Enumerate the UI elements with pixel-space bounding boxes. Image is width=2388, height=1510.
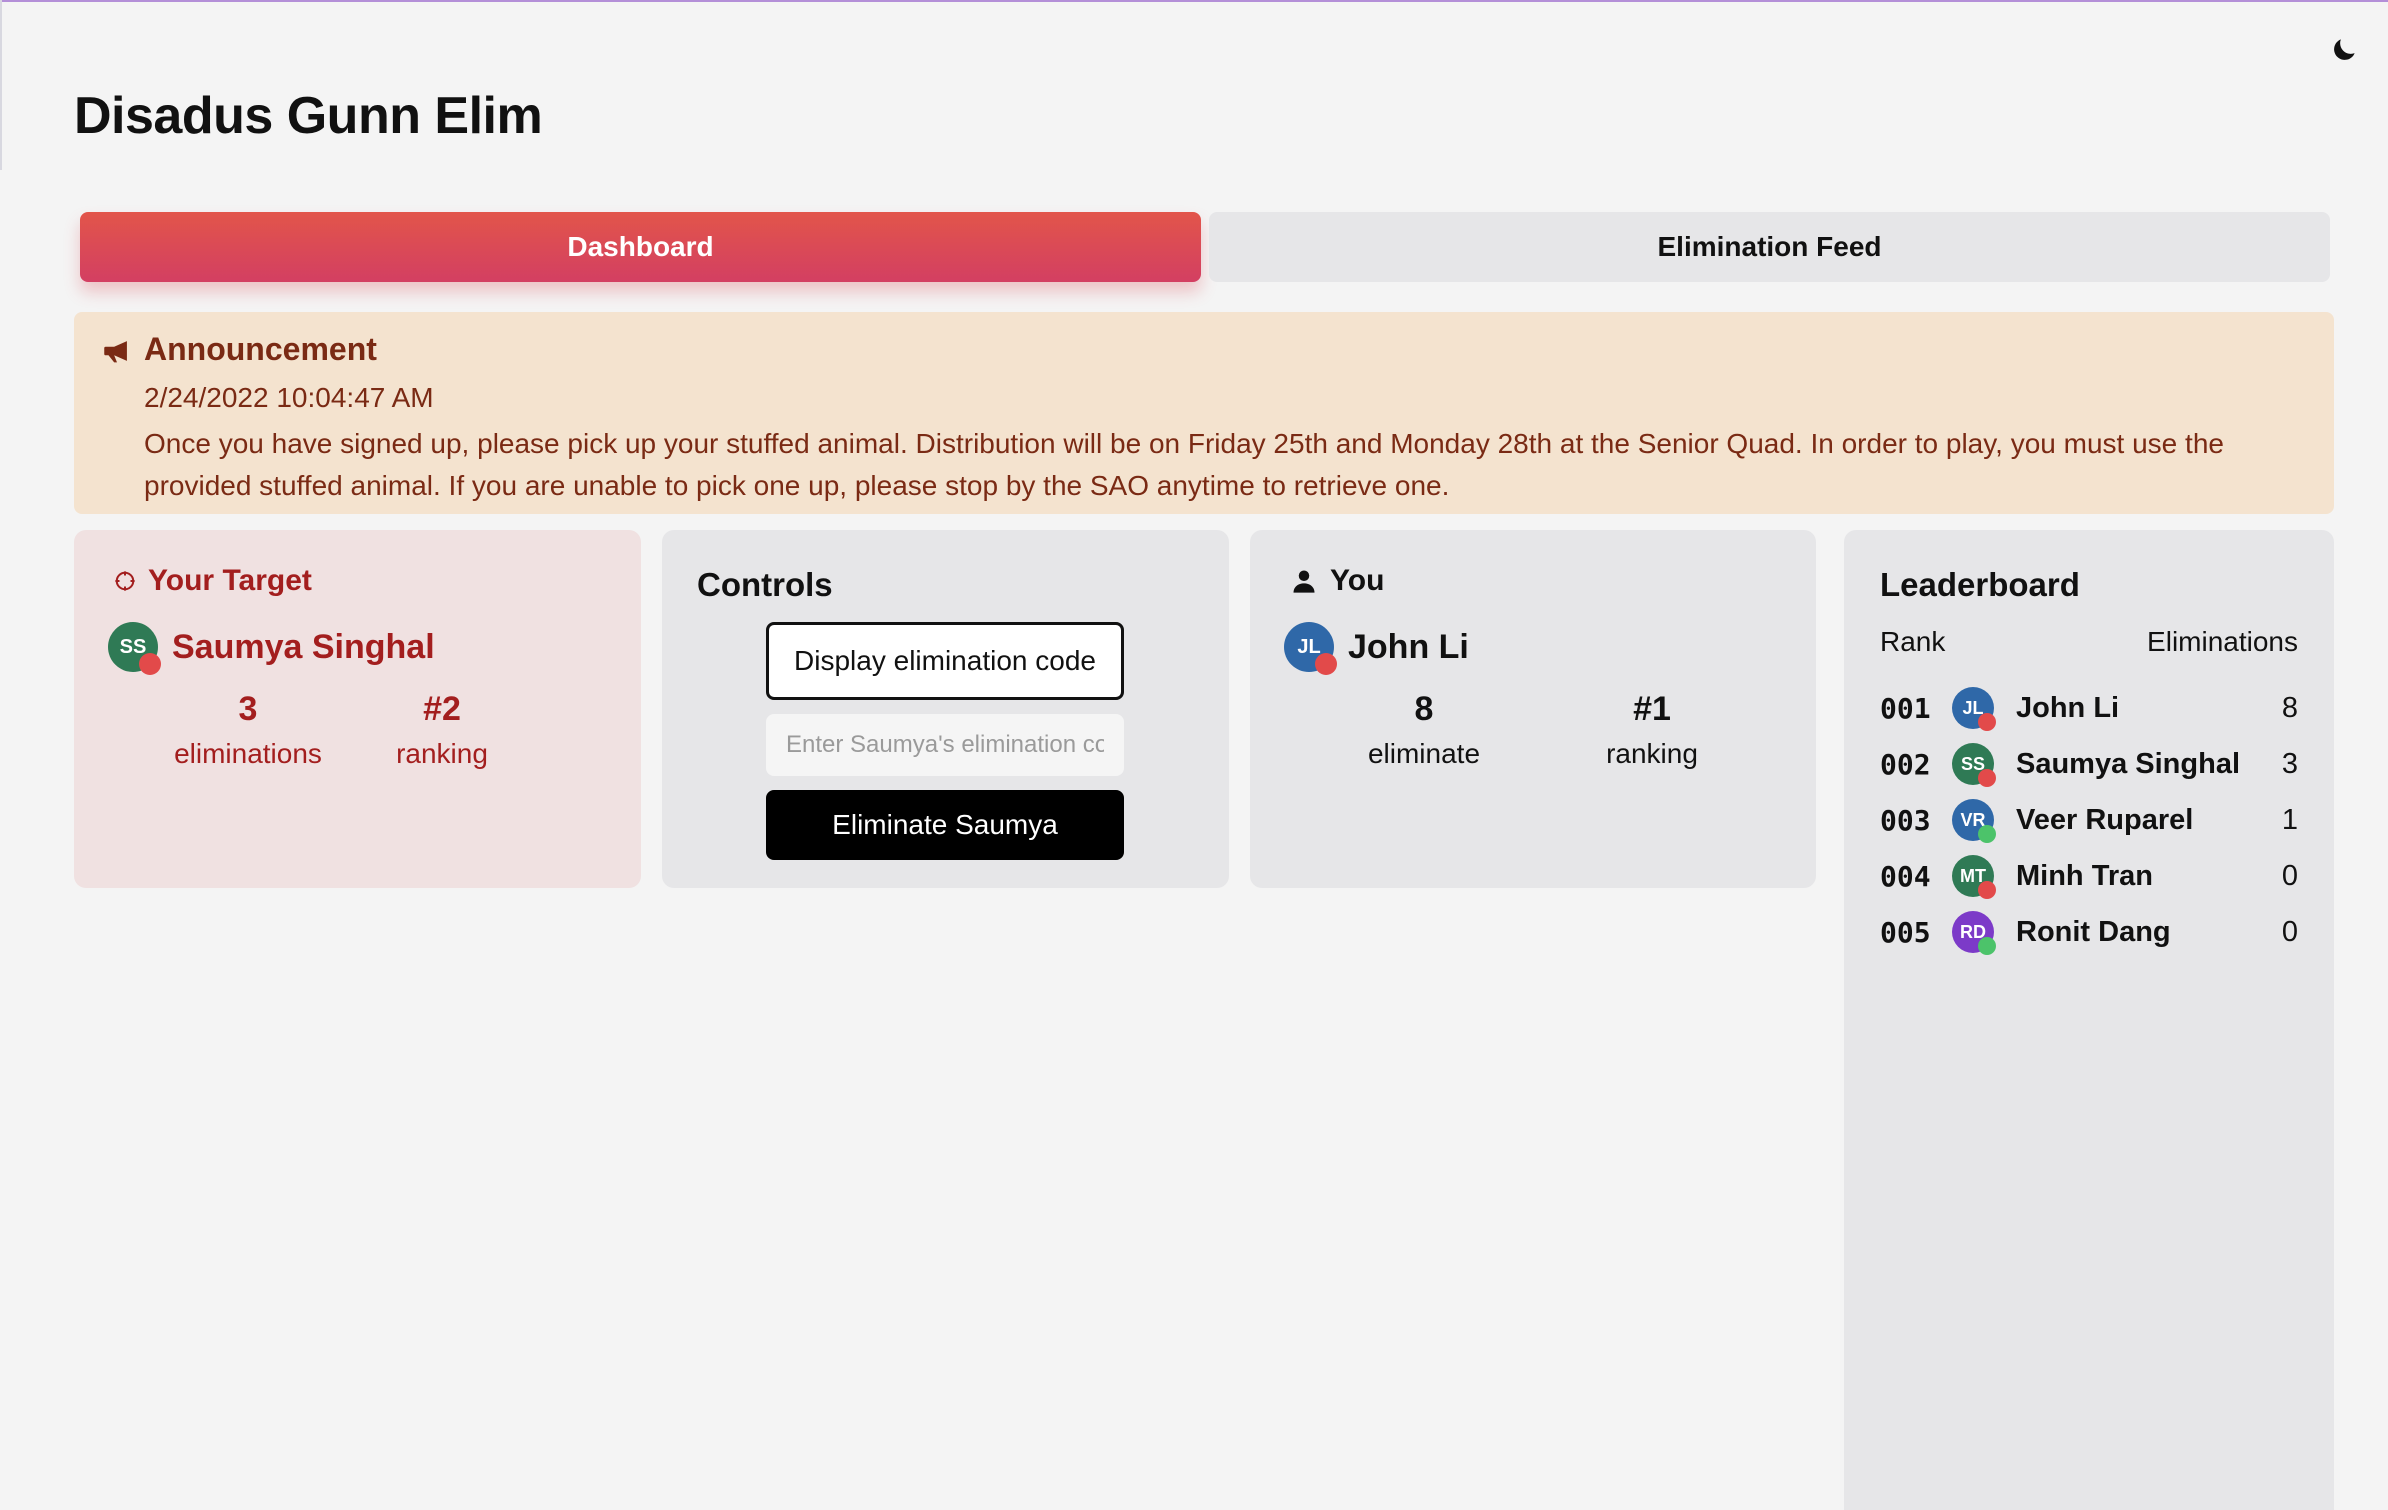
- controls-card: Controls Display elimination code Elimin…: [662, 530, 1229, 888]
- you-card: You JL John Li 8 eliminate #1 ranking: [1250, 530, 1816, 888]
- theme-toggle-button[interactable]: [2324, 30, 2364, 70]
- target-card: Your Target SS Saumya Singhal 3 eliminat…: [74, 530, 641, 888]
- status-dot: [1978, 713, 1996, 731]
- target-ranking-label: ranking: [396, 737, 488, 769]
- leaderboard-count: 8: [2281, 691, 2298, 724]
- leaderboard-row[interactable]: 002 SS Saumya Singhal 3: [1880, 736, 2298, 792]
- leaderboard-name: Veer Ruparel: [2016, 803, 2194, 836]
- leaderboard-rank: 003: [1880, 803, 1931, 837]
- leaderboard-count: 0: [2281, 859, 2298, 892]
- status-dot: [1978, 881, 1996, 899]
- target-elims-value: 3: [238, 690, 258, 728]
- status-dot: [1978, 825, 1996, 843]
- leaderboard-row[interactable]: 001 JL John Li 8: [1880, 680, 2298, 736]
- announcement-banner: Announcement 2/24/2022 10:04:47 AM Once …: [74, 312, 2334, 514]
- status-dot: [139, 653, 161, 675]
- leaderboard-rank: 004: [1880, 859, 1931, 893]
- avatar: SS: [108, 622, 161, 675]
- you-ranking-value: #1: [1633, 690, 1671, 728]
- leaderboard-count: 1: [2281, 803, 2298, 836]
- eliminate-button[interactable]: Eliminate Saumya: [766, 790, 1124, 860]
- leaderboard-count: 3: [2281, 747, 2298, 780]
- leaderboard-card: Leaderboard Rank Eliminations 001 JL Joh…: [1844, 530, 2334, 1510]
- avatar: SS: [1952, 743, 1996, 787]
- you-elims-label: eliminate: [1367, 737, 1481, 769]
- crosshair-icon: [115, 571, 135, 591]
- leaderboard-rank: 005: [1880, 915, 1931, 949]
- target-person: SS Saumya Singhal: [108, 622, 435, 675]
- display-code-button[interactable]: Display elimination code: [766, 622, 1124, 700]
- you-heading: You: [1290, 564, 1384, 598]
- leaderboard-name: Minh Tran: [2016, 859, 2153, 892]
- you-name: John Li: [1348, 627, 1469, 666]
- leaderboard-rank: 001: [1880, 691, 1931, 725]
- announcement-title: Announcement: [144, 331, 377, 367]
- status-dot: [1978, 937, 1996, 955]
- leaderboard-row[interactable]: 003 VR Veer Ruparel 1: [1880, 792, 2298, 848]
- page-title: Disadus Gunn Elim: [74, 87, 543, 145]
- leaderboard-name: Saumya Singhal: [2016, 747, 2241, 780]
- target-name: Saumya Singhal: [172, 627, 435, 666]
- you-person: JL John Li: [1284, 622, 1469, 675]
- target-heading: Your Target: [114, 564, 312, 598]
- user-icon: [1293, 570, 1315, 593]
- avatar-initials: JL: [1297, 635, 1321, 658]
- target-ranking-value: #2: [423, 690, 461, 728]
- tab-dashboard[interactable]: Dashboard: [80, 212, 1201, 282]
- leaderboard-header: Rank Eliminations: [1880, 626, 2298, 658]
- controls-heading: Controls: [697, 566, 833, 603]
- leaderboard-name: John Li: [2016, 691, 2120, 724]
- top-border: [0, 0, 2388, 2]
- announcement-date: 2/24/2022 10:04:47 AM: [144, 382, 434, 414]
- you-elims-value: 8: [1414, 690, 1434, 728]
- you-ranking-stat: #1 ranking: [1542, 686, 1762, 773]
- avatar: JL: [1952, 687, 1996, 731]
- target-elims-label: eliminations: [174, 737, 322, 769]
- leaderboard-col-rank: Rank: [1880, 626, 1946, 657]
- tab-bar: Dashboard Elimination Feed: [80, 212, 2330, 284]
- avatar: JL: [1284, 622, 1337, 675]
- target-heading-label: Your Target: [148, 564, 312, 597]
- leaderboard-name: Ronit Dang: [2016, 915, 2171, 948]
- leaderboard-heading: Leaderboard: [1880, 566, 2080, 603]
- elimination-code-input[interactable]: [766, 714, 1124, 776]
- leaderboard-row[interactable]: 005 RD Ronit Dang 0: [1880, 904, 2298, 960]
- you-elims-stat: 8 eliminate: [1314, 686, 1534, 773]
- status-dot: [1315, 653, 1337, 675]
- announcement-body: Once you have signed up, please pick up …: [144, 427, 2224, 502]
- leaderboard-rank: 002: [1880, 747, 1931, 781]
- avatar: RD: [1952, 911, 1996, 955]
- you-ranking-label: ranking: [1606, 737, 1698, 769]
- megaphone-icon: [104, 341, 127, 363]
- avatar: MT: [1952, 855, 1996, 899]
- leaderboard-row[interactable]: 004 MT Minh Tran 0: [1880, 848, 2298, 904]
- status-dot: [1978, 769, 1996, 787]
- you-heading-label: You: [1330, 564, 1385, 597]
- leaderboard-col-eliminations: Eliminations: [2147, 626, 2298, 657]
- target-elims-stat: 3 eliminations: [138, 686, 358, 773]
- left-border: [0, 0, 2, 170]
- moon-icon: [2334, 39, 2355, 60]
- leaderboard-list: 001 JL John Li 8 002 SS Saumya Singhal 3…: [1880, 680, 2298, 960]
- tab-elimination-feed[interactable]: Elimination Feed: [1209, 212, 2330, 282]
- avatar: VR: [1952, 799, 1996, 843]
- target-ranking-stat: #2 ranking: [332, 686, 552, 773]
- leaderboard-count: 0: [2281, 915, 2298, 948]
